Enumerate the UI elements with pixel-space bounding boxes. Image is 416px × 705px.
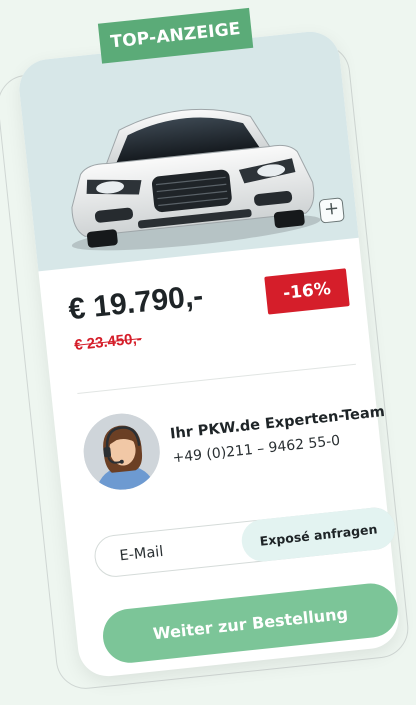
listing-card: + TOP-ANZEIGE € 19.790,- € 23.450,- -16% — [16, 7, 402, 680]
zoom-plus-icon[interactable]: + — [318, 197, 345, 224]
car-image-icon — [71, 108, 321, 251]
current-price: € 19.790,- — [66, 279, 205, 327]
section-divider — [77, 363, 356, 394]
contact-section: Ihr PKW.de Experten-Team +49 (0)211 – 94… — [79, 388, 386, 500]
agent-headset-icon — [79, 409, 164, 494]
car-photo[interactable]: + — [16, 28, 359, 272]
expose-request-button[interactable]: Exposé anfragen — [239, 505, 398, 564]
agent-avatar — [79, 409, 164, 494]
discount-badge: -16% — [264, 268, 350, 315]
contact-name: Ihr PKW.de Experten-Team — [169, 403, 386, 443]
old-price: € 23.450,- — [73, 330, 143, 354]
price-section: € 19.790,- € 23.450,- -16% — [67, 264, 353, 363]
page-stage: + TOP-ANZEIGE € 19.790,- € 23.450,- -16% — [0, 0, 416, 705]
expose-request-form: Exposé anfragen — [92, 505, 398, 580]
